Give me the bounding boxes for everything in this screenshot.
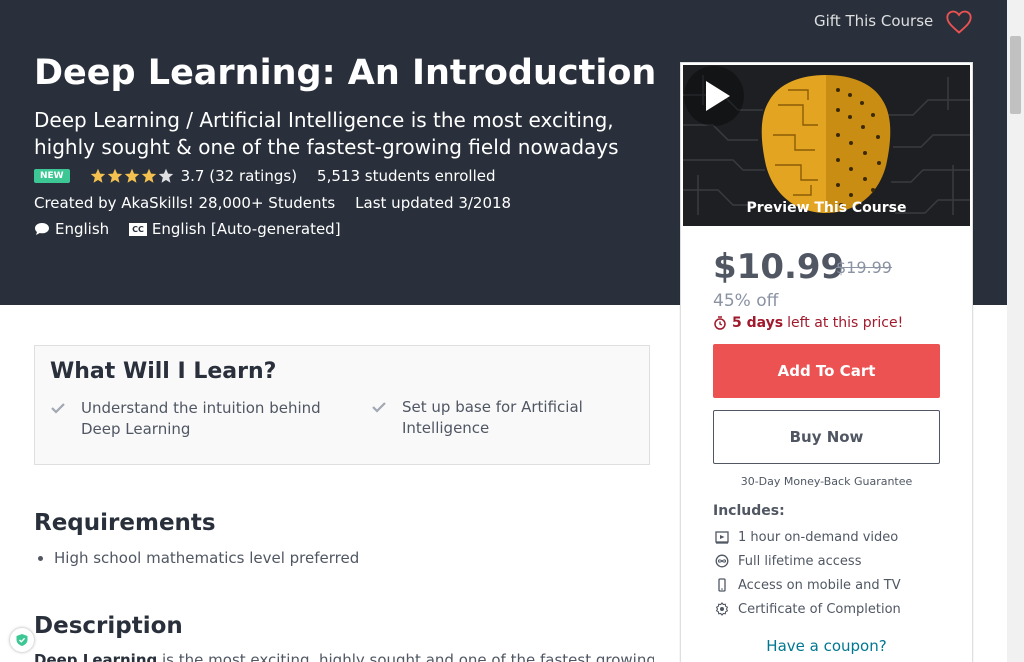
- list-item: Full lifetime access: [715, 549, 901, 573]
- price-timer: 5 days left at this price!: [713, 315, 903, 331]
- gift-course-link[interactable]: Gift This Course: [814, 12, 933, 30]
- new-badge: NEW: [34, 169, 70, 183]
- author-row: Created by AkaSkills! 28,000+ Students L…: [34, 194, 511, 212]
- requirement-item: High school mathematics level preferred: [38, 549, 359, 567]
- bullet: [38, 555, 43, 561]
- check-icon: [51, 403, 65, 414]
- page-scrollbar[interactable]: [1007, 0, 1024, 662]
- last-updated: Last updated 3/2018: [355, 194, 512, 212]
- rating-row: NEW 3.7 (32 ratings) 5,513 students enro…: [34, 167, 496, 185]
- language: English: [55, 220, 110, 238]
- learn-item: Set up base for Artificial Intelligence: [372, 397, 612, 439]
- star-icon: [90, 168, 105, 183]
- list-item: Access on mobile and TV: [715, 573, 901, 597]
- include-text: Certificate of Completion: [738, 601, 901, 617]
- rating-stars: [90, 168, 175, 184]
- learn-title: What Will I Learn?: [50, 359, 277, 384]
- captions: English [Auto-generated]: [151, 220, 341, 238]
- requirement-text: High school mathematics level preferred: [54, 549, 360, 567]
- students-enrolled: 5,513 students enrolled: [317, 167, 496, 185]
- check-icon: [372, 402, 386, 413]
- current-price: $10.99: [713, 247, 845, 287]
- coupon-link[interactable]: Have a coupon?: [681, 637, 972, 655]
- star-empty-icon: [158, 168, 173, 183]
- mobile-icon: [718, 578, 726, 592]
- closed-captions-icon: CC: [129, 222, 147, 236]
- include-text: 1 hour on-demand video: [738, 529, 899, 545]
- description-title: Description: [34, 613, 183, 639]
- course-preview[interactable]: Preview This Course: [683, 65, 970, 226]
- infinity-icon: [715, 554, 729, 568]
- buy-now-button[interactable]: Buy Now: [713, 410, 940, 464]
- learn-item: Understand the intuition behind Deep Lea…: [51, 398, 331, 440]
- preview-label[interactable]: Preview This Course: [683, 200, 970, 216]
- video-icon: [715, 531, 729, 544]
- course-subtitle: Deep Learning / Artificial Intelligence …: [34, 108, 619, 159]
- star-icon: [107, 168, 122, 183]
- what-will-i-learn: What Will I Learn? Understand the intuit…: [34, 345, 650, 465]
- description-rest: is the most exciting, highly sought and …: [157, 651, 654, 662]
- learn-item-text: Set up base for Artificial Intelligence: [402, 398, 583, 437]
- add-to-cart-button[interactable]: Add To Cart: [713, 344, 940, 398]
- rating-text[interactable]: 3.7 (32 ratings): [181, 167, 297, 185]
- description-text: Deep Learning is the most exciting, high…: [34, 651, 654, 662]
- list-item: Certificate of Completion: [715, 597, 901, 621]
- certificate-icon: [715, 602, 729, 616]
- include-text: Full lifetime access: [738, 553, 862, 569]
- purchase-card: Preview This Course $10.99 $19.99 45% of…: [680, 62, 973, 662]
- list-item: 1 hour on-demand video: [715, 525, 901, 549]
- include-text: Access on mobile and TV: [738, 577, 901, 593]
- original-price: $19.99: [836, 258, 892, 277]
- requirements-title: Requirements: [34, 510, 216, 536]
- shield-icon: [16, 634, 28, 646]
- learn-item-text: Understand the intuition behind Deep Lea…: [81, 399, 321, 438]
- description-bold: Deep Learning: [34, 651, 158, 662]
- speech-bubble-icon: [35, 223, 49, 235]
- heart-icon[interactable]: [945, 9, 973, 35]
- scrollbar-thumb[interactable]: [1010, 36, 1021, 114]
- discount-percent: 45% off: [713, 291, 779, 311]
- language-row: English CC English [Auto-generated]: [34, 220, 341, 238]
- play-icon[interactable]: [683, 65, 745, 127]
- created-by[interactable]: Created by AkaSkills! 28,000+ Students: [34, 194, 335, 212]
- includes-list: 1 hour on-demand video Full lifetime acc…: [715, 525, 901, 621]
- security-shield[interactable]: [10, 628, 34, 652]
- timer-text: left at this price!: [787, 315, 904, 331]
- star-icon: [124, 168, 139, 183]
- course-page: Gift This Course Deep Learning: An Intro…: [0, 0, 1024, 662]
- star-icon: [141, 168, 156, 183]
- money-back-guarantee: 30-Day Money-Back Guarantee: [740, 475, 913, 488]
- alarm-clock-icon: [714, 316, 726, 330]
- timer-days: 5 days: [732, 315, 784, 331]
- course-title: Deep Learning: An Introduction: [34, 53, 657, 93]
- includes-title: Includes:: [713, 503, 785, 519]
